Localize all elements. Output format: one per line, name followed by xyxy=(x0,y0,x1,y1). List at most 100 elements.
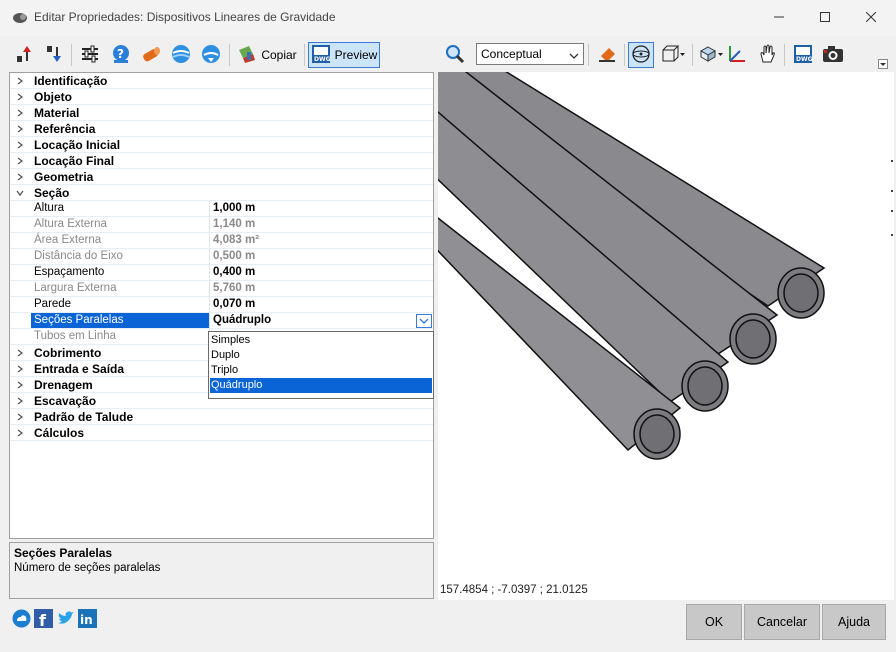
dropdown-option-quadruplo[interactable]: Quádruplo xyxy=(210,378,432,393)
splitter-handle[interactable] xyxy=(890,150,894,250)
chevron-right-icon[interactable] xyxy=(14,363,26,375)
section-button-a[interactable] xyxy=(168,42,194,68)
property-label: Parede xyxy=(34,298,72,310)
property-row-secoes-paralelas[interactable]: Seções Paralelas Quádruplo xyxy=(10,313,433,329)
property-value[interactable]: 0,400 m xyxy=(213,266,255,278)
maximize-button[interactable] xyxy=(802,0,848,36)
svg-text:DWG: DWG xyxy=(314,56,331,63)
category-locacao-inicial[interactable]: Locação Inicial xyxy=(10,137,433,153)
copy-button[interactable]: Copiar xyxy=(234,42,300,68)
category-locacao-final[interactable]: Locação Final xyxy=(10,153,433,169)
property-row-altura[interactable]: Altura 1,000 m xyxy=(10,201,433,217)
chevron-right-icon[interactable] xyxy=(14,123,26,135)
facebook-icon[interactable]: f xyxy=(34,609,53,630)
property-row-parede[interactable]: Parede 0,070 m xyxy=(10,297,433,313)
window-title: Editar Propriedades: Dispositivos Linear… xyxy=(34,10,336,24)
help-button[interactable]: Ajuda xyxy=(822,604,886,640)
category-referencia[interactable]: Referência xyxy=(10,121,433,137)
category-padrao-talude[interactable]: Padrão de Talude xyxy=(10,409,433,425)
visual-style-select[interactable]: Conceptual xyxy=(476,43,584,65)
chevron-right-icon[interactable] xyxy=(14,171,26,183)
export-dwg-button[interactable]: DWG xyxy=(790,42,816,68)
property-label: Seções Paralelas xyxy=(34,314,124,326)
chevron-right-icon[interactable] xyxy=(14,379,26,391)
dropdown-option-simples[interactable]: Simples xyxy=(210,333,432,348)
chevron-right-icon[interactable] xyxy=(14,75,26,87)
category-secao[interactable]: Seção xyxy=(10,185,433,201)
category-label: Entrada e Saída xyxy=(34,362,125,376)
property-row-espacamento[interactable]: Espaçamento 0,400 m xyxy=(10,265,433,281)
dropdown-toggle-button[interactable] xyxy=(416,314,432,328)
section-button-b[interactable] xyxy=(198,42,224,68)
material-button[interactable] xyxy=(138,42,164,68)
copy-label: Copiar xyxy=(261,48,297,62)
chevron-right-icon[interactable] xyxy=(14,139,26,151)
ok-button[interactable]: OK xyxy=(686,604,742,640)
orbit-button[interactable] xyxy=(628,42,654,68)
property-value[interactable]: 0,070 m xyxy=(213,298,255,310)
toolbar-overflow-button[interactable] xyxy=(876,58,890,72)
sliders-icon xyxy=(80,44,100,67)
svg-text:?: ? xyxy=(117,47,124,61)
property-label: Tubos em Linha xyxy=(34,330,117,342)
category-label: Cobrimento xyxy=(34,346,102,360)
property-row-distancia-eixo[interactable]: Distância do Eixo 0,500 m xyxy=(10,249,433,265)
property-row-altura-externa[interactable]: Altura Externa 1,140 m xyxy=(10,217,433,233)
chevron-right-icon[interactable] xyxy=(14,107,26,119)
settings-button[interactable] xyxy=(78,42,102,68)
toolbar-separator xyxy=(624,44,625,66)
zoom-button[interactable] xyxy=(442,42,468,68)
preview-label: Preview xyxy=(334,48,378,62)
chevron-right-icon[interactable] xyxy=(14,427,26,439)
category-identificacao[interactable]: Identificação xyxy=(10,73,433,89)
dwg-icon: DWG xyxy=(793,44,813,67)
app-pipe-icon xyxy=(12,11,28,25)
property-row-largura-externa[interactable]: Largura Externa 5,760 m xyxy=(10,281,433,297)
hand-icon xyxy=(757,44,777,67)
property-value[interactable]: 1,000 m xyxy=(213,202,255,214)
clear-render-button[interactable] xyxy=(594,42,620,68)
column-divider xyxy=(209,313,210,329)
help-button-toolbar[interactable]: ? xyxy=(108,42,134,68)
pipes-render xyxy=(438,72,826,460)
category-calculos[interactable]: Cálculos xyxy=(10,425,433,441)
dropdown-option-triplo[interactable]: Triplo xyxy=(210,363,432,378)
chevron-down-icon[interactable] xyxy=(14,187,26,199)
toolbar-separator xyxy=(692,44,693,66)
category-material[interactable]: Material xyxy=(10,105,433,121)
column-divider xyxy=(209,249,210,265)
visual-style-value: Conceptual xyxy=(481,47,542,61)
chevron-right-icon[interactable] xyxy=(14,155,26,167)
category-objeto[interactable]: Objeto xyxy=(10,89,433,105)
cancel-button[interactable]: Cancelar xyxy=(744,604,820,640)
category-geometria[interactable]: Geometria xyxy=(10,169,433,185)
column-divider xyxy=(209,297,210,313)
chevron-right-icon[interactable] xyxy=(14,411,26,423)
property-row-area-externa[interactable]: Área Externa 4,083 m² xyxy=(10,233,433,249)
cloud-icon[interactable] xyxy=(12,609,31,628)
linkedin-icon[interactable]: in xyxy=(78,609,97,628)
svg-text:in: in xyxy=(80,613,93,627)
3d-preview-viewport[interactable]: 157.4854 ; -7.0397 ; 21.0125 xyxy=(438,72,894,600)
pan-button[interactable] xyxy=(754,42,780,68)
axes-button[interactable] xyxy=(724,42,750,68)
axes-icon xyxy=(726,43,748,68)
property-value[interactable]: Quádruplo xyxy=(213,314,271,326)
chevron-right-icon[interactable] xyxy=(14,395,26,407)
views-button[interactable] xyxy=(696,42,726,68)
minimize-button[interactable] xyxy=(756,0,802,36)
view-cube-button[interactable] xyxy=(658,42,688,68)
column-divider xyxy=(209,281,210,297)
twitter-icon[interactable] xyxy=(56,609,75,628)
dropdown-option-duplo[interactable]: Duplo xyxy=(210,348,432,363)
preview-button[interactable]: DWG Preview xyxy=(308,42,380,68)
move-down-button[interactable] xyxy=(42,42,66,68)
close-button[interactable] xyxy=(848,0,894,36)
property-value: 4,083 m² xyxy=(213,234,260,246)
chevron-right-icon[interactable] xyxy=(14,347,26,359)
chevron-right-icon[interactable] xyxy=(14,91,26,103)
move-up-button[interactable] xyxy=(12,42,36,68)
screenshot-button[interactable] xyxy=(820,42,846,68)
category-label: Escavação xyxy=(34,394,97,408)
category-label: Material xyxy=(34,106,80,120)
